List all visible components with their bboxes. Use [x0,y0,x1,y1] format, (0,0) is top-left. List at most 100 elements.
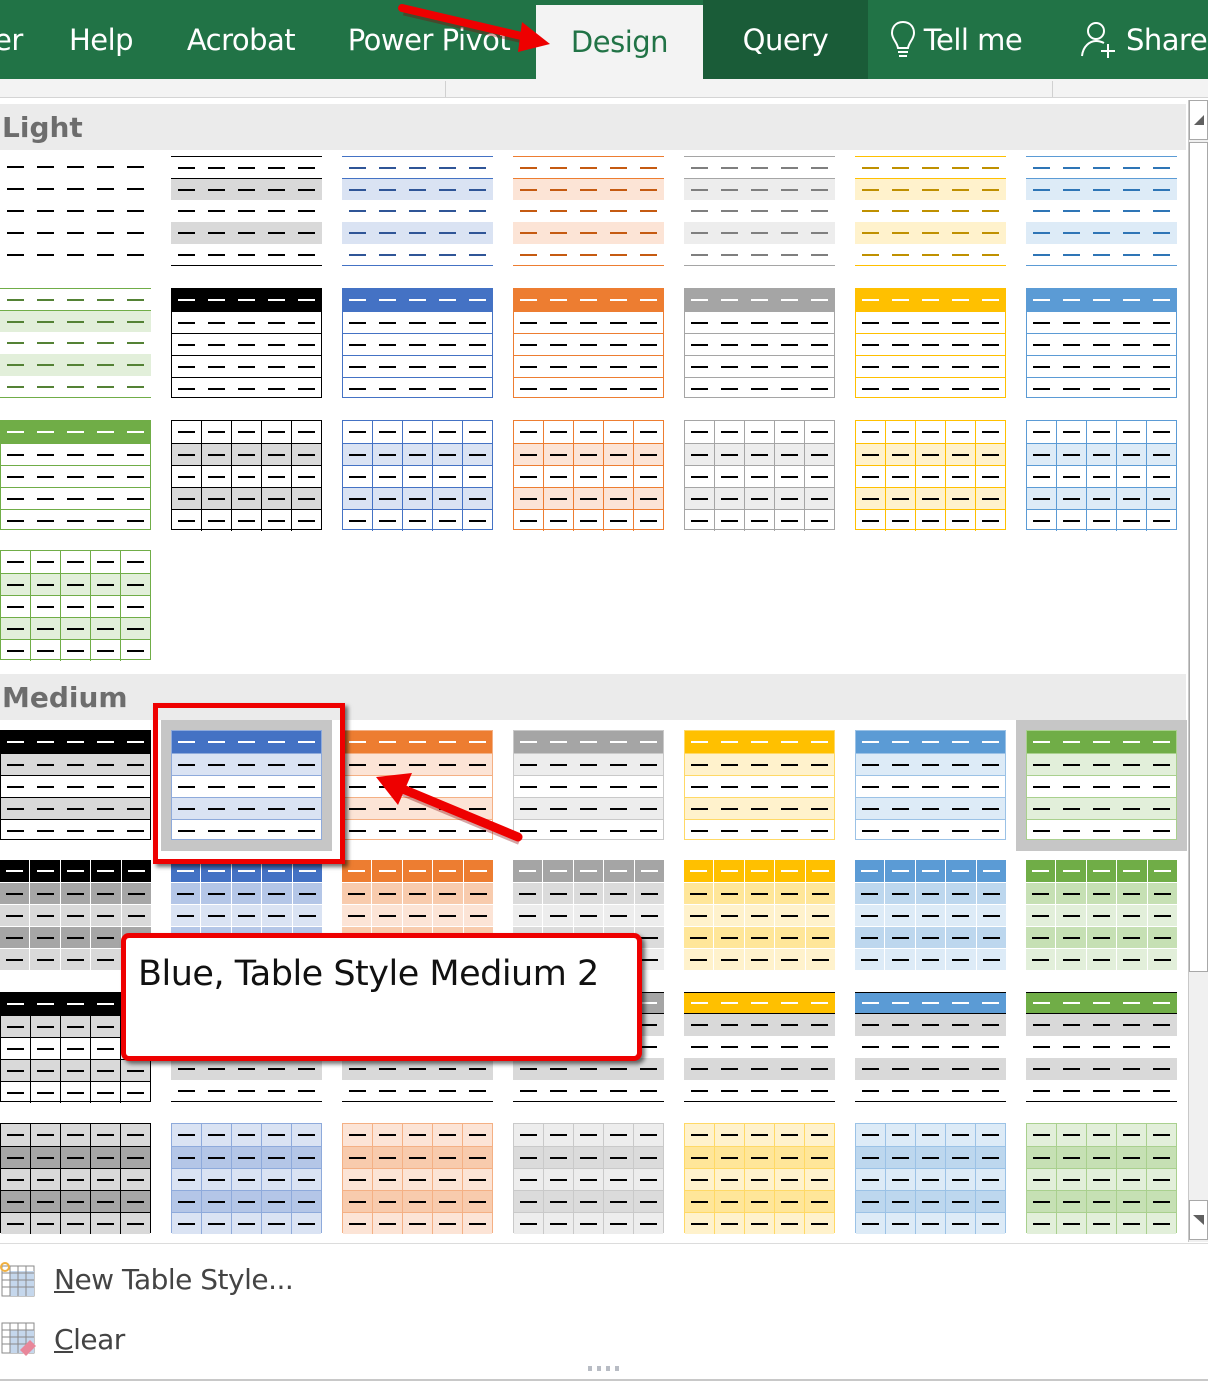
table-style-swatch[interactable] [513,730,664,840]
table-style-swatch[interactable] [855,992,1006,1102]
tab-design[interactable]: Design [536,5,703,79]
swatch-row [514,753,663,775]
divider [445,81,446,97]
tab-help[interactable]: Help [56,0,146,79]
swatch-cell-dash [891,1024,909,1026]
swatch-cell [946,1169,976,1190]
table-style-swatch[interactable] [0,420,151,530]
table-style-swatch[interactable] [1026,156,1177,266]
table-style-swatch[interactable] [342,288,493,398]
tell-me-button[interactable]: Tell me [880,0,1032,79]
swatch-cell-dash [1123,870,1141,872]
table-style-swatch[interactable] [684,156,835,266]
swatch-cell-dash [810,299,828,301]
swatch-row [684,156,835,178]
table-style-swatch[interactable] [171,288,322,398]
table-style-swatch[interactable] [855,1123,1006,1234]
table-style-swatch[interactable] [1026,860,1177,970]
swatch-row [342,1058,493,1080]
table-style-swatch[interactable] [1026,1123,1177,1234]
swatch-cell-dash [579,365,597,368]
swatch-cell-dash [7,453,25,456]
table-style-swatch[interactable] [171,156,322,266]
swatch-cell [916,1191,946,1212]
table-style-swatch[interactable] [0,730,151,840]
table-style-swatch[interactable] [342,1123,493,1234]
swatch-cell [1056,927,1087,948]
table-style-swatch[interactable] [684,860,835,970]
swatch-cell-dash [37,519,55,522]
swatch-cell [1,776,31,797]
table-style-swatch[interactable] [0,1123,151,1234]
table-style-swatch[interactable] [684,420,835,531]
swatch-cell [121,574,150,595]
table-style-swatch[interactable] [0,288,151,398]
scroll-up-button[interactable] [1189,100,1208,140]
swatch-cell-dash [691,387,709,390]
table-style-swatch[interactable] [513,420,664,531]
table-style-swatch[interactable] [684,730,835,840]
table-style-swatch[interactable] [855,288,1006,398]
swatch-cell [433,244,463,265]
swatch-cell [1087,334,1117,355]
table-style-swatch[interactable] [855,860,1006,970]
swatch-cell-dash [7,807,25,810]
table-style-swatch[interactable] [1016,720,1187,851]
table-style-swatch[interactable] [0,156,151,266]
table-style-swatch[interactable] [855,156,1006,266]
new-table-style-menu-item[interactable]: New Table Style... [0,1254,294,1304]
clear-menu-item[interactable]: Clear [0,1314,125,1364]
table-style-swatch[interactable] [855,420,1006,531]
swatch-cell-dash [639,299,657,301]
scroll-down-button[interactable] [1189,1200,1208,1240]
swatch-cell [60,200,90,222]
swatch-cell-dash [691,1178,708,1181]
table-style-swatch[interactable] [684,288,835,398]
swatch-cell [975,378,1005,399]
swatch-cell [462,289,492,311]
swatch-cell-dash [549,253,567,256]
table-style-swatch[interactable] [513,288,664,398]
swatch-cell-dash [469,497,486,500]
swatch-cell [403,334,433,355]
swatch-cell [805,179,835,200]
table-style-swatch[interactable] [342,156,493,266]
table-style-swatch[interactable] [342,420,493,531]
swatch-cell [462,754,492,775]
swatch-cell [916,1147,946,1168]
swatch-cell [262,883,293,904]
table-style-swatch[interactable] [0,550,151,661]
tab-acrobat[interactable]: Acrobat [176,0,306,79]
swatch-cell [373,510,403,531]
table-style-swatch[interactable] [513,156,664,266]
table-style-swatch[interactable] [684,992,835,1102]
swatch-cell-dash [892,343,910,346]
swatch-cell [745,798,775,819]
swatch-cell [604,905,635,926]
table-style-swatch[interactable] [1026,288,1177,398]
tab-query[interactable]: Query [703,0,868,79]
swatch-row [1,1146,150,1168]
swatch-cell-dash [36,385,54,388]
share-button[interactable]: Share [1080,0,1208,79]
swatch-cell-dash [1093,210,1110,212]
tab-developer[interactable]: er [0,0,23,79]
gallery-scrollbar[interactable] [1188,100,1208,1242]
table-style-swatch[interactable] [1026,992,1177,1102]
swatch-cell [0,860,31,882]
table-style-swatch[interactable] [342,730,493,840]
table-style-swatch[interactable] [171,420,322,531]
tab-power-pivot[interactable]: Power Pivot [338,0,520,79]
resize-grip[interactable] [588,1366,619,1371]
table-style-swatch[interactable] [684,1123,835,1234]
swatch-cell-dash [1063,1156,1080,1159]
swatch-cell [1147,1191,1176,1212]
table-style-swatch[interactable] [855,730,1006,840]
table-style-swatch[interactable] [1026,420,1177,531]
swatch-cell [805,444,834,465]
table-style-swatch[interactable] [171,1123,322,1234]
swatch-cell-dash [268,1068,286,1070]
table-style-swatch[interactable] [513,1123,664,1234]
swatch-cell [775,1080,805,1101]
scroll-thumb[interactable] [1189,142,1208,972]
